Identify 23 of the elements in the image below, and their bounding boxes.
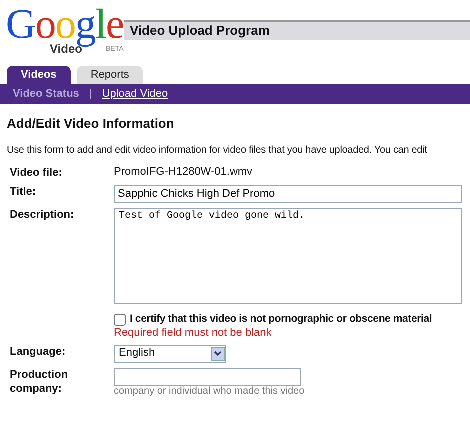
field-label: Video file: [10, 166, 64, 180]
section-heading: Add/Edit Video Information [7, 116, 176, 133]
field-label: Description: [10, 208, 76, 222]
description-textarea[interactable]: Test of Google video gone wild. [114, 208, 462, 304]
hint-text: company or individual who made this video [114, 386, 306, 399]
tab[interactable]: Reports [76, 66, 144, 84]
company-input[interactable] [114, 368, 301, 386]
tab[interactable]: Videos [7, 66, 71, 84]
separator: | [89, 88, 92, 102]
intro-text: Use this form to add and edit video information for video files that you have uploaded. You can edit [7, 144, 428, 158]
title-input[interactable]: Sapphic Chicks High Def Promo [114, 185, 462, 204]
file-name: PromoIFG-H1280W-01.wmv [114, 166, 253, 178]
language-select[interactable]: English [114, 345, 226, 364]
subnav-link[interactable]: Upload Video [102, 88, 168, 102]
checkbox-label: I certify that this video is not pornographic or obscene material [130, 313, 432, 327]
field-label: Language: [10, 345, 67, 360]
error-message: Required field must not be blank [114, 326, 273, 340]
field-label: Production company: [10, 368, 70, 396]
field-label: Title: [10, 185, 38, 200]
select-value: English [119, 347, 156, 362]
program-title: Video Upload Program [124, 20, 470, 40]
certify-checkbox[interactable] [114, 314, 126, 326]
subnav-link[interactable]: Video Status [13, 88, 80, 102]
